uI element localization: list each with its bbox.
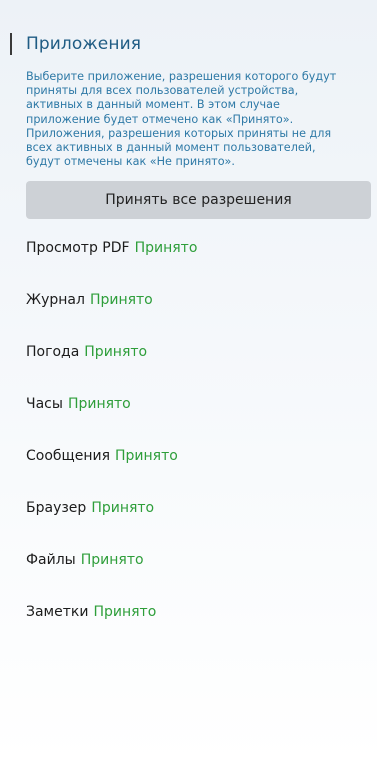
app-status: Принято <box>115 448 178 465</box>
section-title: Приложения <box>26 34 142 54</box>
app-row-pdf-viewer[interactable]: Просмотр PDF Принято <box>10 222 377 274</box>
app-row-clock[interactable]: Часы Принято <box>10 378 377 430</box>
app-status: Принято <box>84 344 148 361</box>
app-name: Часы <box>26 396 63 413</box>
section-header: Приложения <box>10 32 377 56</box>
section-description: Выберите приложение, разрешения которого… <box>26 70 337 169</box>
app-row-journal[interactable]: Журнал Принято <box>10 274 377 326</box>
app-name: Браузер <box>26 500 87 517</box>
app-status: Принято <box>91 500 155 517</box>
app-name: Журнал <box>26 292 85 309</box>
accept-all-permissions-button[interactable]: Принять все разрешения <box>26 181 371 220</box>
app-name: Сообщения <box>26 448 111 465</box>
app-status: Принято <box>134 240 198 257</box>
app-row-browser[interactable]: Браузер Принято <box>10 482 377 534</box>
section-accent-bar <box>10 33 12 55</box>
app-row-messages[interactable]: Сообщения Принято <box>10 430 377 482</box>
app-status: Принято <box>93 604 157 621</box>
app-name: Файлы <box>26 552 76 569</box>
app-name: Заметки <box>26 604 89 621</box>
app-row-notes[interactable]: Заметки Принято <box>10 586 377 638</box>
apps-permissions-panel: Приложения Выберите приложение, разрешен… <box>0 0 377 763</box>
app-status: Принято <box>67 396 131 413</box>
app-name: Погода <box>26 344 80 361</box>
app-status: Принято <box>80 552 144 569</box>
app-status: Принято <box>89 292 153 309</box>
app-name: Просмотр PDF <box>26 240 130 257</box>
app-row-weather[interactable]: Погода Принято <box>10 326 377 378</box>
app-list: Просмотр PDF Принято Журнал Принято Пого… <box>10 222 377 638</box>
app-row-files[interactable]: Файлы Принято <box>10 534 377 586</box>
